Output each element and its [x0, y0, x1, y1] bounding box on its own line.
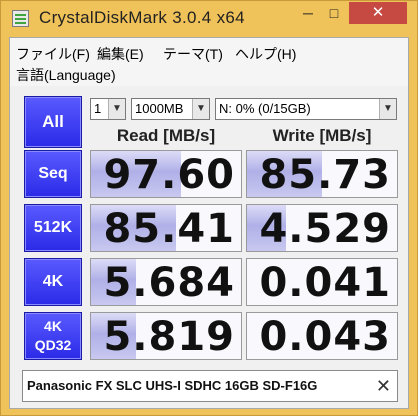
test-size-select[interactable]: 1000MB ▼ [131, 98, 210, 120]
client-area: ファイル(F) 編集(E) テーマ(T) ヘルプ(H) 言語(Language)… [9, 37, 409, 409]
window-title: CrystalDiskMark 3.0.4 x64 [39, 8, 245, 27]
menu-bar: ファイル(F) 編集(E) テーマ(T) ヘルプ(H) 言語(Language) [10, 38, 408, 86]
write-value: 4.529 [259, 206, 391, 252]
write-value: 0.041 [259, 260, 391, 306]
read-header: Read [MB/s] [116, 126, 216, 145]
test-count-select[interactable]: 1 ▼ [90, 98, 126, 120]
read-cell: 85.41 [90, 204, 242, 252]
comment-text: Panasonic FX SLC UHS-I SDHC 16GB SD-F16G [27, 378, 318, 393]
menu-theme[interactable]: テーマ(T) [163, 44, 223, 64]
chevron-down-icon: ▼ [108, 99, 125, 119]
close-button[interactable]: ✕ [349, 2, 407, 24]
read-value: 85.41 [103, 206, 235, 252]
minimize-button[interactable]: ─ [295, 2, 321, 24]
chevron-down-icon: ▼ [192, 99, 209, 119]
all-button[interactable]: All [24, 96, 82, 148]
close-icon[interactable]: ✕ [376, 371, 391, 401]
write-value: 0.043 [259, 314, 391, 360]
comment-field[interactable]: Panasonic FX SLC UHS-I SDHC 16GB SD-F16G… [22, 370, 398, 402]
title-bar[interactable]: CrystalDiskMark 3.0.4 x64 ─ □ ✕ [1, 1, 417, 37]
read-value: 5.684 [103, 260, 235, 306]
chevron-down-icon: ▼ [379, 99, 396, 119]
app-icon[interactable] [12, 10, 29, 27]
write-cell: 0.041 [246, 258, 398, 306]
test-size-value: 1000MB [135, 101, 184, 116]
write-value: 85.73 [259, 152, 391, 198]
row-button-2[interactable]: 4K [24, 258, 82, 306]
menu-edit[interactable]: 編集(E) [97, 44, 144, 64]
read-value: 5.819 [103, 314, 235, 360]
maximize-button[interactable]: □ [321, 2, 347, 24]
row-button-1[interactable]: 512K [24, 204, 82, 252]
write-cell: 85.73 [246, 150, 398, 198]
menu-language[interactable]: 言語(Language) [16, 65, 116, 85]
read-cell: 5.819 [90, 312, 242, 360]
drive-value: N: 0% (0/15GB) [219, 101, 311, 116]
row-button-3[interactable]: 4K QD32 [24, 312, 82, 360]
read-cell: 97.60 [90, 150, 242, 198]
drive-select[interactable]: N: 0% (0/15GB) ▼ [215, 98, 397, 120]
write-header: Write [MB/s] [272, 126, 372, 145]
test-count-value: 1 [94, 101, 102, 116]
app-window: CrystalDiskMark 3.0.4 x64 ─ □ ✕ ファイル(F) … [0, 0, 418, 416]
menu-help[interactable]: ヘルプ(H) [235, 44, 296, 64]
write-cell: 0.043 [246, 312, 398, 360]
read-cell: 5.684 [90, 258, 242, 306]
row-button-0[interactable]: Seq [24, 150, 82, 198]
read-value: 97.60 [103, 152, 235, 198]
write-cell: 4.529 [246, 204, 398, 252]
menu-file[interactable]: ファイル(F) [16, 44, 90, 64]
